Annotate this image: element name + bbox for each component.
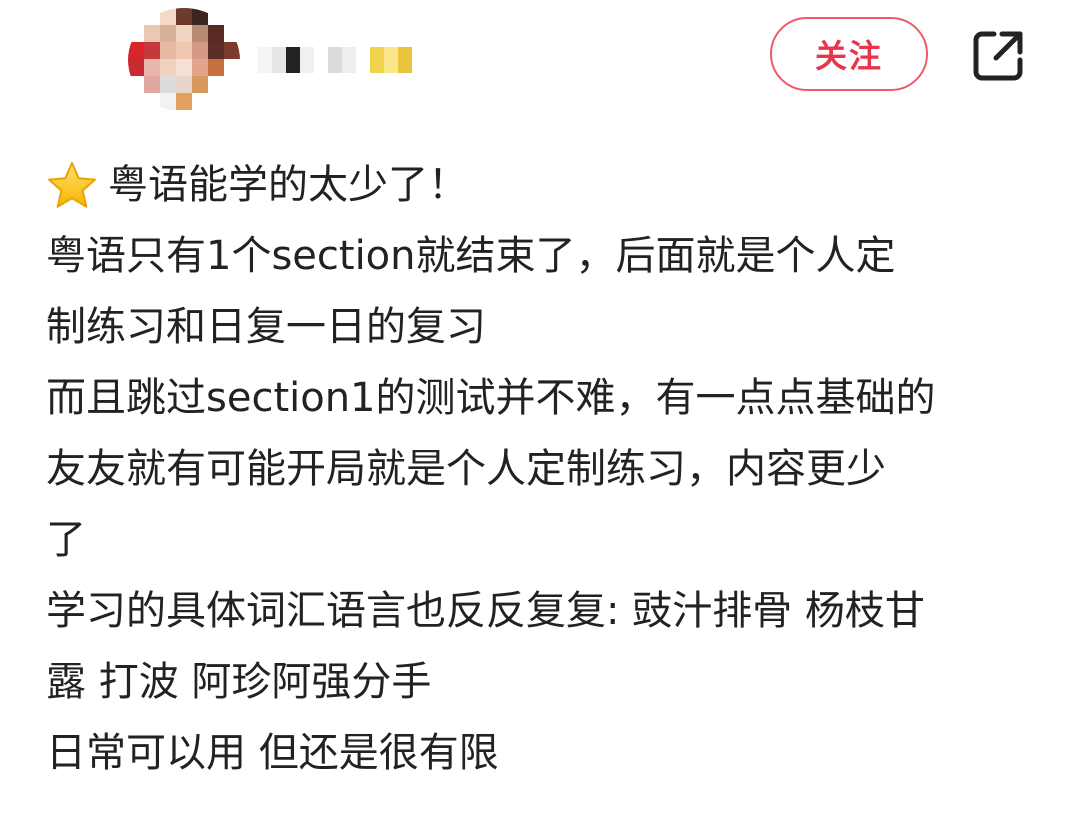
avatar-pixel: [192, 93, 208, 110]
avatar-pixel: [224, 76, 240, 93]
avatar-pixel: [160, 76, 176, 93]
avatar-pixel: [176, 42, 192, 59]
avatar-pixel: [224, 59, 240, 76]
avatar-pixel: [208, 76, 224, 93]
post-line: 而且跳过section1的测试并不难，有一点点基础的: [46, 375, 936, 421]
share-button[interactable]: [966, 24, 1030, 88]
post-line: 友友就有可能开局就是个人定制练习，内容更少: [46, 446, 886, 492]
avatar-pixel: [208, 8, 224, 25]
avatar-pixel: [160, 42, 176, 59]
username-pixel: [398, 47, 412, 73]
avatar-pixel: [208, 93, 224, 110]
avatar-pixel: [176, 76, 192, 93]
username-pixel: [342, 47, 356, 73]
avatar-pixel: [128, 76, 144, 93]
avatar-pixel: [144, 25, 160, 42]
avatar-pixel: [144, 42, 160, 59]
avatar-pixel: [192, 25, 208, 42]
post-line: 学习的具体词汇语言也反反复复: 豉汁排骨 杨枝甘: [46, 588, 925, 634]
avatar[interactable]: [128, 8, 240, 112]
post-header: 关注: [0, 0, 1080, 120]
avatar-pixel: [224, 42, 240, 59]
avatar-pixel: [128, 8, 144, 25]
avatar-pixel: [176, 93, 192, 110]
post-title: 粤语能学的太少了！: [108, 162, 468, 208]
avatar-pixel: [208, 42, 224, 59]
avatar-pixel: [224, 8, 240, 25]
avatar-pixel: [160, 93, 176, 110]
avatar-pixel: [128, 25, 144, 42]
avatar-pixel: [176, 59, 192, 76]
avatar-pixel: [144, 59, 160, 76]
avatar-pixel: [128, 42, 144, 59]
username-pixel: [300, 47, 314, 73]
username-pixel: [370, 47, 384, 73]
username-pixelated[interactable]: [258, 40, 426, 80]
avatar-pixel: [128, 59, 144, 76]
star-icon: [48, 161, 96, 208]
username-pixel: [412, 47, 426, 73]
follow-button[interactable]: 关注: [770, 17, 928, 91]
username-pixel: [286, 47, 300, 73]
follow-button-label: 关注: [814, 37, 883, 75]
username-pixel: [258, 47, 272, 73]
avatar-pixel: [144, 76, 160, 93]
avatar-pixel: [144, 93, 160, 110]
avatar-pixel: [208, 59, 224, 76]
post-line: 制练习和日复一日的复习: [46, 304, 486, 350]
username-pixel: [328, 47, 342, 73]
username-pixel: [272, 47, 286, 73]
avatar-pixel: [176, 8, 192, 25]
avatar-pixel: [224, 25, 240, 42]
avatar-pixel: [192, 8, 208, 25]
avatar-pixel: [208, 25, 224, 42]
share-external-icon: [973, 31, 1023, 81]
avatar-pixel: [128, 93, 144, 110]
avatar-pixel: [160, 25, 176, 42]
avatar-pixel: [160, 8, 176, 25]
post-line: 日常可以用 但还是很有限: [46, 730, 499, 776]
avatar-pixel: [192, 59, 208, 76]
avatar-pixel: [160, 59, 176, 76]
username-pixel: [314, 47, 328, 73]
avatar-pixel: [176, 25, 192, 42]
post-line: 露 打波 阿珍阿强分手: [46, 659, 432, 705]
avatar-pixel: [192, 76, 208, 93]
post-line: 粤语只有1个section就结束了，后面就是个人定: [46, 233, 896, 279]
avatar-pixel: [224, 93, 240, 110]
avatar-pixel: [144, 8, 160, 25]
avatar-pixel: [192, 42, 208, 59]
username-pixel: [356, 47, 370, 73]
post-line: 了: [46, 517, 86, 563]
post-content: 粤语能学的太少了！ 粤语只有1个section就结束了，后面就是个人定 制练习和…: [46, 150, 1046, 789]
post-title-line: 粤语能学的太少了！: [46, 150, 1046, 221]
username-pixel: [384, 47, 398, 73]
